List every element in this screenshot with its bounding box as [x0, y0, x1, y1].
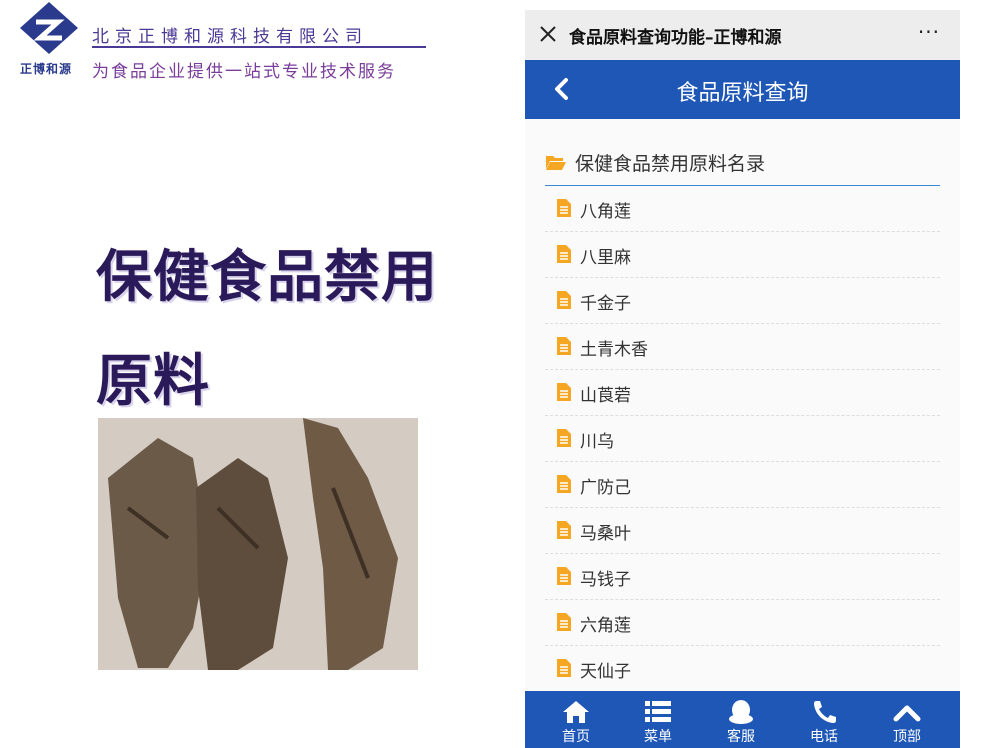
- nav-phone-button[interactable]: 电话: [789, 691, 859, 748]
- list-item[interactable]: 八角莲: [545, 186, 940, 232]
- nav-top-button[interactable]: 顶部: [872, 691, 942, 748]
- document-icon: [557, 199, 571, 217]
- ingredient-list: 八角莲八里麻千金子土青木香山莨菪川乌广防己马桑叶马钱子六角莲天仙子: [545, 186, 940, 692]
- menu-icon: [645, 701, 671, 722]
- qq-icon: [729, 700, 753, 724]
- document-icon: [557, 613, 571, 631]
- document-icon: [557, 383, 571, 401]
- app-header: 食品原料查询: [525, 60, 960, 119]
- list-item-label: 八角莲: [580, 202, 631, 222]
- document-icon: [557, 659, 571, 677]
- nav-service-button[interactable]: 客服: [706, 691, 776, 748]
- list-item[interactable]: 马桑叶: [545, 508, 940, 554]
- list-item-label: 八里麻: [580, 248, 631, 268]
- nav-menu-label: 菜单: [644, 729, 672, 745]
- list-item[interactable]: 土青木香: [545, 324, 940, 370]
- document-icon: [557, 337, 571, 355]
- nav-service-label: 客服: [727, 729, 755, 745]
- company-logo-icon: [20, 2, 78, 54]
- list-item-label: 川乌: [580, 432, 614, 452]
- nav-home-button[interactable]: 首页: [541, 691, 611, 748]
- nav-top-label: 顶部: [893, 729, 921, 745]
- list-item[interactable]: 马钱子: [545, 554, 940, 600]
- company-divider: [92, 46, 426, 48]
- list-item[interactable]: 千金子: [545, 278, 940, 324]
- herb-roots-image: [98, 418, 418, 670]
- list-item-label: 千金子: [580, 294, 631, 314]
- document-icon: [557, 245, 571, 263]
- list-item-label: 天仙子: [580, 662, 631, 682]
- wechat-title-bar: 食品原料查询功能–正博和源 ···: [525, 10, 960, 60]
- home-icon: [563, 701, 589, 723]
- nav-menu-button[interactable]: 菜单: [623, 691, 693, 748]
- company-brand-small: 正博和源: [20, 62, 73, 76]
- list-item[interactable]: 六角莲: [545, 600, 940, 646]
- document-icon: [557, 429, 571, 447]
- document-icon: [557, 475, 571, 493]
- list-item[interactable]: 广防己: [545, 462, 940, 508]
- nav-phone-label: 电话: [810, 729, 838, 745]
- list-item-label: 广防己: [580, 478, 631, 498]
- list-item[interactable]: 八里麻: [545, 232, 940, 278]
- category-heading[interactable]: 保健食品禁用原料名录: [545, 139, 940, 186]
- category-title: 保健食品禁用原料名录: [575, 153, 766, 175]
- list-item-label: 马钱子: [580, 570, 631, 590]
- company-name: 北京正博和源科技有限公司: [92, 27, 368, 47]
- document-icon: [557, 291, 571, 309]
- bottom-nav: 首页 菜单 客服 电话 顶部: [525, 691, 960, 748]
- list-item[interactable]: 天仙子: [545, 646, 940, 692]
- list-item-label: 土青木香: [580, 340, 648, 360]
- folder-open-icon: [546, 156, 566, 170]
- document-icon: [557, 521, 571, 539]
- mobile-page: 食品原料查询功能–正博和源 ··· 食品原料查询 保健食品禁用原料名录 八角莲八…: [525, 10, 960, 748]
- content-list: 保健食品禁用原料名录 八角莲八里麻千金子土青木香山莨菪川乌广防己马桑叶马钱子六角…: [525, 119, 960, 692]
- list-item[interactable]: 川乌: [545, 416, 940, 462]
- chevron-up-icon: [893, 705, 921, 722]
- document-icon: [557, 567, 571, 585]
- promo-title: 保健食品禁用原料: [96, 245, 438, 414]
- wechat-page-title: 食品原料查询功能–正博和源: [569, 28, 782, 48]
- list-item-label: 马桑叶: [580, 524, 631, 544]
- header-title: 食品原料查询: [676, 81, 809, 106]
- list-item-label: 山莨菪: [580, 386, 631, 406]
- list-item-label: 六角莲: [580, 616, 631, 636]
- phone-icon: [814, 701, 836, 723]
- list-item[interactable]: 山莨菪: [545, 370, 940, 416]
- more-icon[interactable]: ···: [918, 20, 940, 44]
- company-slogan: 为食品企业提供一站式专业技术服务: [92, 62, 396, 82]
- close-icon[interactable]: [537, 23, 559, 45]
- nav-home-label: 首页: [562, 729, 590, 745]
